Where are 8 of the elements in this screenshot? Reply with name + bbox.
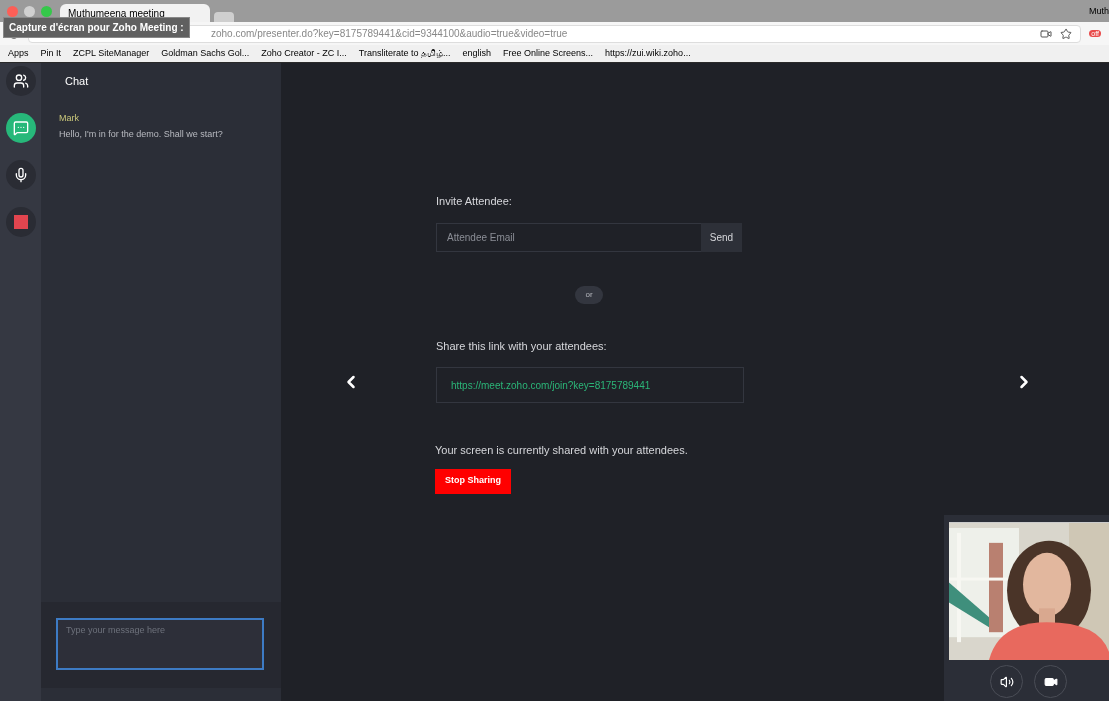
or-separator: or [575, 285, 603, 304]
tooltip: Capture d'écran pour Zoho Meeting : [3, 17, 190, 38]
message-text: Hello, I'm in for the demo. Shall we start? [59, 128, 224, 141]
sharing-status: Your screen is currently shared with your attendees. [435, 443, 689, 458]
message-author: Mark [59, 111, 80, 125]
share-link-label: Share this link with your attendees: [436, 338, 608, 354]
invite-label: Invite Attendee: [436, 194, 513, 209]
chat-title: Chat [64, 74, 90, 89]
